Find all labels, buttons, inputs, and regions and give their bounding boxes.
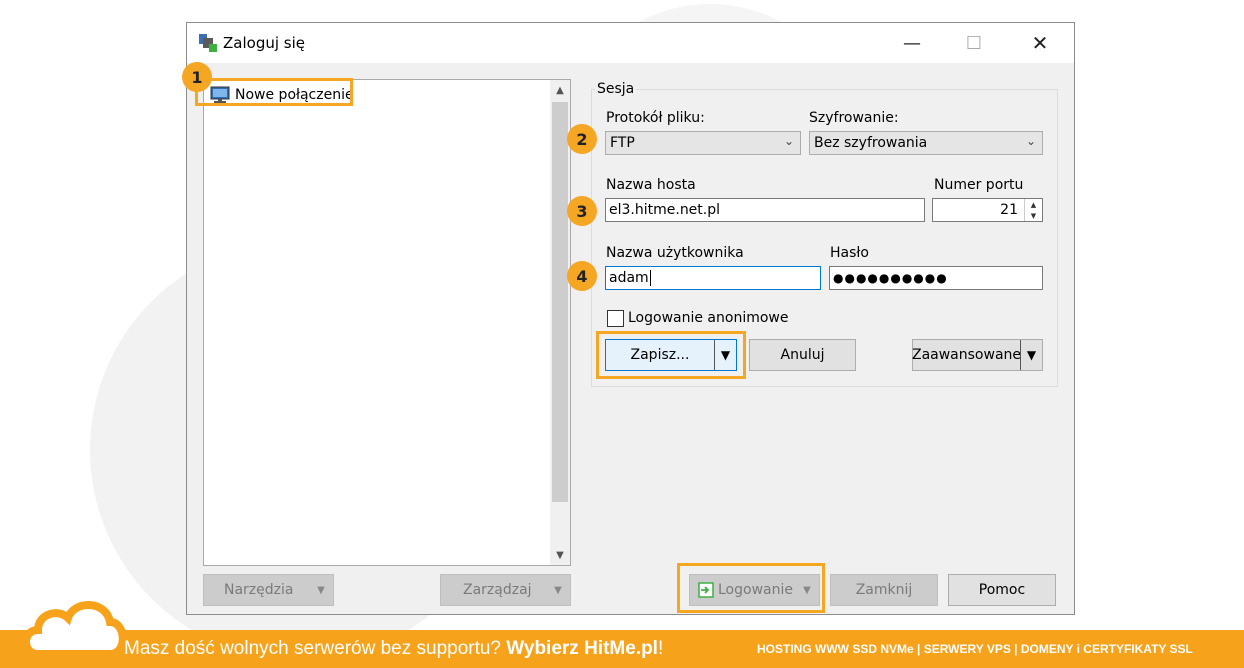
manage-button-label: Zarządzaj	[463, 582, 532, 598]
anonymous-label: Logowanie anonimowe	[628, 310, 789, 326]
session-group-label: Sesja	[595, 81, 637, 97]
annotation-number: 2	[567, 124, 597, 154]
protocol-select[interactable]: FTP ⌄	[605, 131, 801, 155]
window-title: Zaloguj się	[223, 34, 305, 52]
username-value: adam	[609, 270, 649, 286]
encryption-select[interactable]: Bez szyfrowania ⌄	[809, 131, 1043, 155]
banner-text-end: !	[657, 638, 664, 659]
login-dialog: Zaloguj się — ☐ ✕ Nowe połączenie ▲ ▼ Na…	[186, 22, 1075, 615]
scroll-down-icon[interactable]: ▼	[550, 545, 570, 565]
host-label: Nazwa hosta	[606, 177, 696, 193]
help-button[interactable]: Pomoc	[948, 574, 1056, 606]
advanced-button-label: Zaawansowane	[911, 347, 1022, 363]
site-tree[interactable]: Nowe połączenie ▲ ▼	[203, 79, 571, 566]
close-button-label: Zamknij	[855, 582, 913, 598]
port-value: 21	[1000, 202, 1018, 218]
password-input[interactable]: ●●●●●●●●●●	[829, 266, 1043, 290]
banner-text-main: Masz dość wolnych serwerów bez supportu?	[124, 638, 507, 659]
scroll-up-icon[interactable]: ▲	[550, 80, 570, 100]
banner-services: HOSTING WWW SSD NVMe | SERWERY VPS | DOM…	[757, 642, 1193, 656]
tools-button[interactable]: Narzędzia ▼	[203, 574, 334, 606]
maximize-icon[interactable]: ☐	[951, 23, 997, 63]
chevron-down-icon: ▼	[317, 584, 325, 596]
host-value: el3.hitme.net.pl	[609, 202, 721, 218]
banner-text-bold[interactable]: Wybierz HitMe.pl	[506, 638, 658, 659]
password-label: Hasło	[830, 245, 869, 261]
close-button[interactable]: Zamknij	[830, 574, 938, 606]
winscp-app-icon	[199, 34, 217, 52]
username-input[interactable]: adam	[605, 266, 821, 290]
manage-button[interactable]: Zarządzaj ▼	[440, 574, 571, 606]
password-value: ●●●●●●●●●●	[833, 271, 948, 285]
encryption-label: Szyfrowanie:	[809, 110, 899, 126]
annotation-number: 1	[182, 62, 212, 92]
cancel-button[interactable]: Anuluj	[749, 339, 856, 371]
scroll-thumb[interactable]	[552, 102, 568, 502]
port-stepper[interactable]: ▲ ▼	[1024, 199, 1042, 221]
chevron-down-icon[interactable]: ▼	[1020, 340, 1042, 370]
advanced-button[interactable]: Zaawansowane ▼	[912, 339, 1043, 371]
cloud-logo-icon	[22, 601, 127, 658]
tree-scrollbar[interactable]: ▲ ▼	[550, 80, 570, 565]
highlight-save-button	[596, 331, 746, 379]
encryption-value: Bez szyfrowania	[814, 135, 928, 151]
cancel-button-label: Anuluj	[780, 347, 825, 363]
highlight-login-button	[677, 563, 825, 613]
chevron-down-icon: ▼	[554, 584, 562, 596]
help-button-label: Pomoc	[978, 582, 1026, 598]
port-input[interactable]: 21 ▲ ▼	[932, 198, 1043, 222]
highlight-tree-item	[195, 78, 353, 106]
protocol-value: FTP	[610, 135, 635, 151]
protocol-label: Protokół pliku:	[606, 110, 705, 126]
host-input[interactable]: el3.hitme.net.pl	[605, 198, 925, 222]
chevron-down-icon: ⌄	[1025, 134, 1036, 148]
banner-text: Masz dość wolnych serwerów bez supportu?…	[124, 638, 663, 660]
port-label: Numer portu	[934, 177, 1024, 193]
username-label: Nazwa użytkownika	[606, 245, 744, 261]
spin-down-icon[interactable]: ▼	[1025, 210, 1042, 221]
annotation-number: 3	[567, 196, 597, 226]
text-caret	[649, 270, 651, 286]
close-icon[interactable]: ✕	[1017, 23, 1063, 63]
anonymous-checkbox[interactable]	[607, 310, 624, 327]
annotation-number: 4	[567, 261, 597, 291]
tools-button-label: Narzędzia	[224, 582, 294, 598]
spin-up-icon[interactable]: ▲	[1025, 199, 1042, 210]
title-bar[interactable]: Zaloguj się — ☐ ✕	[187, 23, 1074, 63]
minimize-icon[interactable]: —	[889, 23, 935, 63]
chevron-down-icon: ⌄	[783, 134, 794, 148]
